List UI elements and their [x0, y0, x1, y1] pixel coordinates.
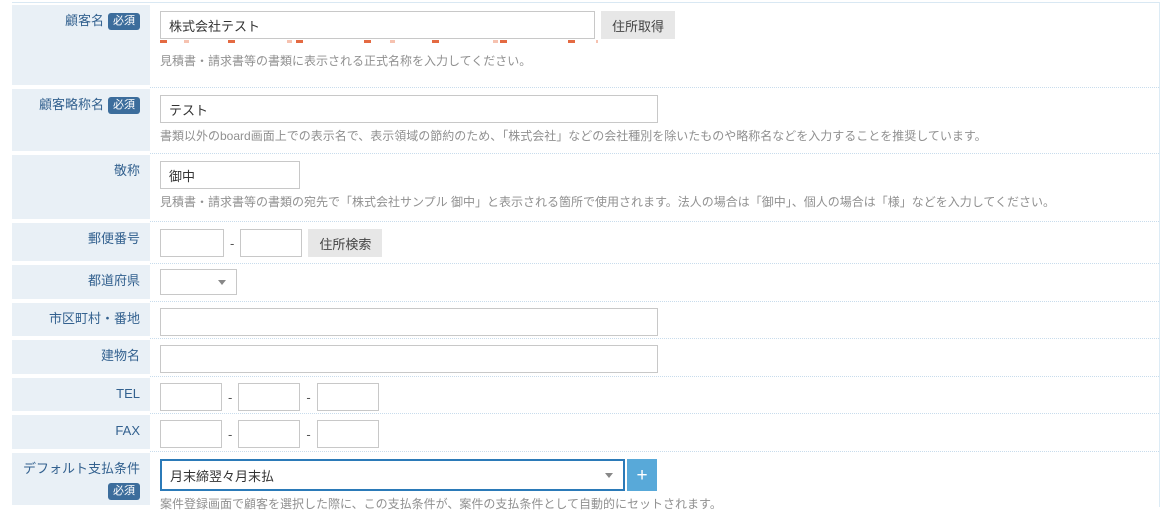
customer-short-name-help-text: 書類以外のboard画面上での表示名で、表示領域の節約のため、「株式会社」などの…	[160, 129, 987, 143]
city-address-label: 市区町村・番地	[48, 311, 140, 326]
form-row-city-address: 市区町村・番地	[12, 301, 1159, 338]
tel-input-1[interactable]	[160, 383, 222, 411]
honorific-label: 敬称	[113, 163, 140, 178]
building-name-content	[150, 338, 1159, 376]
fax-input-3[interactable]	[316, 420, 379, 448]
customer-short-name-label-cell: 顧客略称名 必須	[12, 87, 150, 153]
city-address-content	[150, 301, 1159, 338]
fax-content: - -	[150, 413, 1159, 451]
fax-input-2[interactable]	[238, 420, 301, 448]
payment-terms-select[interactable]: 月末締翌々月末払	[160, 459, 625, 491]
form-row-prefecture: 都道府県	[12, 263, 1159, 301]
chevron-down-icon	[605, 473, 613, 478]
form-row-customer-short-name: 顧客略称名必須 書類以外のboard画面上での表示名で、表示領域の節約のため、「…	[12, 87, 1159, 153]
building-name-label-cell: 建物名	[12, 338, 150, 376]
postal-code-content: - 住所検索	[150, 221, 1159, 263]
payment-terms-label-cell: デフォルト支払条件 必須	[12, 451, 150, 507]
tel-content: - -	[150, 376, 1159, 413]
required-badge: 必須	[108, 97, 140, 114]
honorific-help-text: 見積書・請求書等の書類の宛先で「株式会社サンプル 御中」と表示される箇所で使用さ…	[160, 195, 1056, 209]
postal-code-label: 郵便番号	[87, 231, 140, 246]
tel-input-2[interactable]	[238, 383, 301, 411]
city-address-input[interactable]	[160, 308, 658, 336]
form-row-tel: TEL - -	[12, 376, 1159, 413]
payment-terms-selected-value: 月末締翌々月末払	[170, 468, 275, 484]
required-badge: 必須	[108, 482, 140, 500]
search-address-button[interactable]: 住所検索	[308, 229, 383, 257]
honorific-label-cell: 敬称	[12, 153, 150, 221]
tel-label-cell: TEL	[12, 376, 150, 413]
honorific-input[interactable]	[160, 161, 300, 189]
customer-short-name-label: 顧客略称名	[38, 97, 104, 112]
form-row-honorific: 敬称 見積書・請求書等の書類の宛先で「株式会社サンプル 御中」と表示される箇所で…	[12, 153, 1159, 221]
prefecture-label: 都道府県	[87, 273, 140, 288]
chevron-down-icon	[218, 280, 226, 285]
fetch-address-button[interactable]: 住所取得	[601, 11, 676, 39]
customer-form: 顧客名必須 住所取得 見積書・請求書等の書類に表示される正式名称を入力してくださ…	[12, 2, 1160, 511]
customer-name-help-text: 見積書・請求書等の書類に表示される正式名称を入力してください。	[160, 54, 532, 68]
postal-code-input-2[interactable]	[240, 229, 303, 257]
payment-terms-help-text: 案件登録画面で顧客を選択した際に、この支払条件が、案件の支払条件として自動的にセ…	[160, 497, 722, 511]
fax-label: FAX	[115, 423, 140, 438]
building-name-label: 建物名	[100, 348, 140, 363]
customer-short-name-input[interactable]	[160, 95, 658, 123]
form-row-customer-name: 顧客名必須 住所取得 見積書・請求書等の書類に表示される正式名称を入力してくださ…	[12, 3, 1159, 87]
add-payment-terms-button[interactable]: +	[627, 459, 657, 491]
postal-code-separator: -	[230, 235, 235, 251]
customer-name-label-cell: 顧客名 必須	[12, 3, 150, 87]
required-badge: 必須	[108, 13, 140, 30]
customer-name-input[interactable]	[160, 11, 595, 39]
building-name-input[interactable]	[160, 345, 658, 373]
form-row-postal-code: 郵便番号 - 住所検索	[12, 221, 1159, 263]
honorific-content: 見積書・請求書等の書類の宛先で「株式会社サンプル 御中」と表示される箇所で使用さ…	[150, 153, 1159, 221]
prefecture-select[interactable]	[160, 269, 237, 295]
tel-label: TEL	[116, 386, 140, 401]
city-address-label-cell: 市区町村・番地	[12, 301, 150, 338]
customer-short-name-content: 書類以外のboard画面上での表示名で、表示領域の節約のため、「株式会社」などの…	[150, 87, 1159, 153]
form-row-fax: FAX - -	[12, 413, 1159, 451]
payment-terms-content: 月末締翌々月末払 + 案件登録画面で顧客を選択した際に、この支払条件が、案件の支…	[150, 451, 1159, 511]
tel-separator-1: -	[228, 389, 233, 405]
fax-label-cell: FAX	[12, 413, 150, 451]
prefecture-label-cell: 都道府県	[12, 263, 150, 301]
tel-input-3[interactable]	[316, 383, 379, 411]
tel-separator-2: -	[306, 389, 311, 405]
fax-separator-1: -	[228, 426, 233, 442]
customer-name-label: 顧客名	[64, 13, 104, 28]
payment-terms-label: デフォルト支払条件	[22, 461, 140, 476]
postal-code-input-1[interactable]	[160, 229, 224, 257]
prefecture-content	[150, 263, 1159, 301]
clipped-text-artifact	[160, 40, 598, 43]
postal-code-label-cell: 郵便番号	[12, 221, 150, 263]
form-row-default-payment-terms: デフォルト支払条件 必須 月末締翌々月末払 + 案件登録画面で顧客を選択した際に…	[12, 451, 1159, 511]
customer-name-content: 住所取得 見積書・請求書等の書類に表示される正式名称を入力してください。	[150, 3, 1159, 87]
fax-separator-2: -	[306, 426, 311, 442]
form-row-building-name: 建物名	[12, 338, 1159, 376]
fax-input-1[interactable]	[160, 420, 222, 448]
